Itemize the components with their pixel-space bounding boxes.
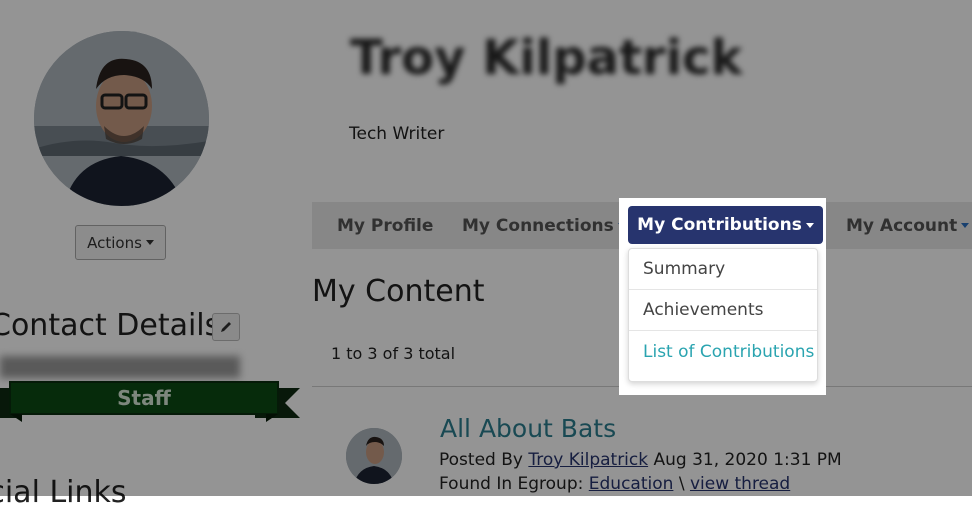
nav-label: My Contributions — [637, 215, 802, 235]
dropdown-item-list-of-contributions[interactable]: List of Contributions — [629, 331, 817, 372]
contributions-dropdown: Summary Achievements List of Contributio… — [628, 248, 818, 382]
dropdown-item-label: Summary — [643, 259, 726, 279]
dropdown-item-achievements[interactable]: Achievements — [629, 290, 817, 331]
tour-overlay — [0, 0, 972, 496]
dropdown-item-summary[interactable]: Summary — [629, 249, 817, 290]
nav-my-contributions[interactable]: My Contributions — [628, 206, 823, 244]
chevron-down-icon — [805, 222, 814, 228]
dropdown-item-label: List of Contributions — [643, 341, 815, 362]
dropdown-item-label: Achievements — [643, 300, 764, 320]
